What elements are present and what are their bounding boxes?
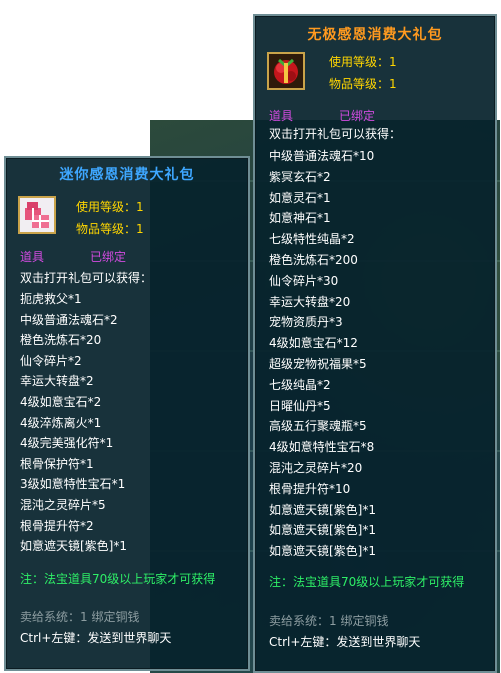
open-instruction: 双击打开礼包可以获得：	[20, 271, 153, 285]
item-tags: 道具 已绑定	[20, 248, 126, 265]
reward-item: 3级如意特性宝石*1	[20, 477, 126, 492]
reward-item: 幸运大转盘*2	[20, 374, 94, 389]
reward-item: 中级普通法魂石*2	[20, 312, 118, 327]
reward-item: 幸运大转盘*20	[269, 294, 351, 309]
reward-list: 扼虎救父*1 中级普通法魂石*2 橙色洗炼石*20 仙令碎片*2 幸运大转盘*2…	[20, 289, 127, 557]
pink-gift-box-icon	[18, 196, 56, 234]
reward-item: 日曜仙丹*5	[269, 398, 331, 413]
sell-price: 卖给系统：1 绑定铜钱	[269, 614, 389, 628]
chat-link-hint: Ctrl+左键：发送到世界聊天	[20, 631, 172, 645]
item-level: 物品等级：1	[329, 77, 397, 91]
reward-item: 如意遮天镜[紫色]*1	[20, 539, 127, 554]
level-requirement-note: 注：法宝道具70级以上玩家才可获得	[20, 572, 216, 586]
tooltip-title: 迷你感恩消费大礼包	[59, 167, 195, 183]
reward-item: 中级普通法魂石*10	[269, 149, 375, 163]
level-info: 使用等级：1 物品等级：1	[76, 196, 144, 240]
reward-item: 根骨提升符*2	[20, 518, 94, 533]
red-gift-bundle-icon	[267, 52, 305, 90]
reward-item: 如意神石*1	[269, 211, 331, 226]
reward-item: 仙令碎片*2	[20, 353, 82, 368]
reward-list: 中级普通法魂石*10 紫冥玄石*2 如意灵石*1 如意神石*1 七级特性纯晶*2…	[269, 146, 376, 562]
use-level: 使用等级：1	[329, 55, 397, 69]
level-info: 使用等级：1 物品等级：1	[329, 51, 397, 95]
reward-item: 高级五行聚魂瓶*5	[269, 419, 367, 434]
bound-status: 已绑定	[339, 109, 376, 123]
reward-item: 如意遮天镜[紫色]*1	[269, 544, 376, 559]
item-type: 道具	[269, 109, 294, 123]
reward-item: 扼虎救父*1	[20, 292, 82, 306]
use-level: 使用等级：1	[76, 200, 144, 214]
reward-item: 4级如意宝石*2	[20, 394, 102, 409]
reward-item: 橙色洗炼石*20	[20, 333, 102, 348]
reward-item: 七级纯晶*2	[269, 377, 331, 392]
item-tags: 道具 已绑定	[269, 107, 375, 124]
reward-item: 混沌之灵碎片*20	[269, 460, 363, 475]
reward-item: 橙色洗炼石*200	[269, 252, 358, 267]
reward-item: 超级宠物祝福果*5	[269, 356, 367, 371]
level-requirement-note: 注：法宝道具70级以上玩家才可获得	[269, 575, 465, 589]
tooltip-title: 无极感恩消费大礼包	[307, 27, 443, 43]
reward-item: 根骨提升符*10	[269, 481, 351, 496]
reward-item: 混沌之灵碎片*5	[20, 497, 106, 512]
reward-item: 4级如意特性宝石*8	[269, 440, 375, 455]
item-tooltip-ultimate-gift: 无极感恩消费大礼包 使用等级：1 物品等级：1 道具 已绑定 双击打开礼包可以获得…	[253, 14, 497, 673]
sell-price: 卖给系统：1 绑定铜钱	[20, 610, 140, 624]
reward-item: 如意遮天镜[紫色]*1	[269, 523, 376, 538]
item-tooltip-mini-gift: 迷你感恩消费大礼包 使用等级：1 物品等级：1 道具 已绑定 双击打开礼包可以获得…	[4, 156, 250, 671]
bound-status: 已绑定	[90, 250, 127, 264]
reward-item: 如意遮天镜[紫色]*1	[269, 502, 376, 517]
item-level: 物品等级：1	[76, 222, 144, 236]
reward-item: 根骨保护符*1	[20, 456, 94, 471]
reward-item: 4级淬炼离火*1	[20, 415, 102, 430]
reward-item: 仙令碎片*30	[269, 273, 339, 288]
item-type: 道具	[20, 250, 45, 264]
reward-item: 如意灵石*1	[269, 190, 331, 205]
reward-item: 4级完美强化符*1	[20, 436, 114, 451]
reward-item: 七级特性纯晶*2	[269, 232, 355, 247]
reward-item: 宠物资质丹*3	[269, 315, 343, 330]
open-instruction: 双击打开礼包可以获得：	[269, 127, 402, 141]
reward-item: 4级如意宝石*12	[269, 336, 358, 351]
reward-item: 紫冥玄石*2	[269, 169, 331, 184]
chat-link-hint: Ctrl+左键：发送到世界聊天	[269, 635, 421, 649]
